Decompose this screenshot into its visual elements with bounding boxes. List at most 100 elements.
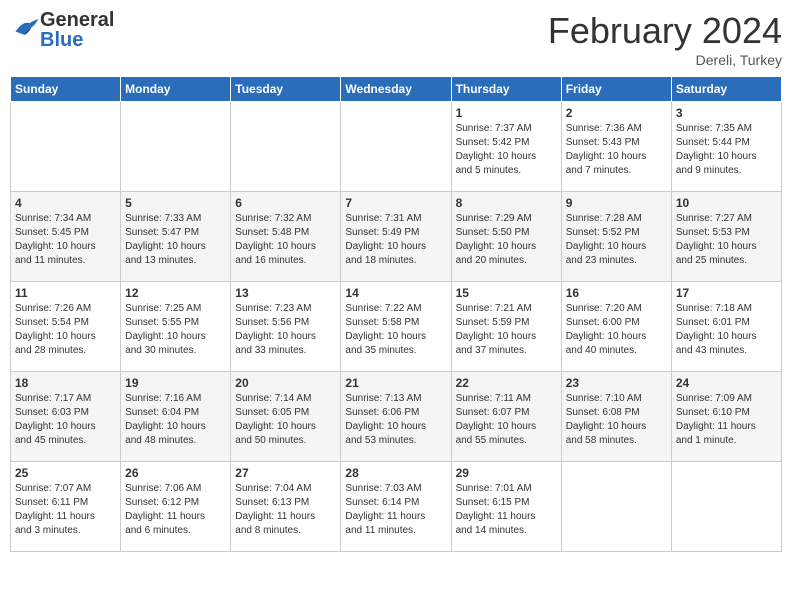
day-number: 9 [566, 196, 667, 210]
calendar-cell: 17Sunrise: 7:18 AM Sunset: 6:01 PM Dayli… [671, 282, 781, 372]
day-number: 24 [676, 376, 777, 390]
day-info: Sunrise: 7:09 AM Sunset: 6:10 PM Dayligh… [676, 392, 777, 448]
calendar-cell: 18 Sunrise: 7:17 AM Sunset: 6:03 PM Dayli… [11, 372, 121, 462]
day-number: 25 [15, 466, 116, 480]
calendar-cell [341, 102, 451, 192]
day-number: 19 [125, 376, 226, 390]
calendar-cell: 23 Sunrise: 7:10 AM Sunset: 6:08 PM Dayli… [561, 372, 671, 462]
calendar-cell: 19 Sunrise: 7:16 AM Sunset: 6:04 PM Dayli… [121, 372, 231, 462]
calendar-cell: 1 Sunrise: 7:37 AM Sunset: 5:42 PM Daylig… [451, 102, 561, 192]
calendar-cell: 16 Sunrise: 7:20 AM Sunset: 6:00 PM Dayli… [561, 282, 671, 372]
col-header-wednesday: Wednesday [341, 77, 451, 102]
calendar-cell: 25 Sunrise: 7:07 AM Sunset: 6:11 PM Dayli… [11, 462, 121, 552]
week-row-4: 18 Sunrise: 7:17 AM Sunset: 6:03 PM Dayli… [11, 372, 782, 462]
day-number: 15 [456, 286, 557, 300]
location: Dereli, Turkey [548, 52, 782, 68]
day-number: 10 [676, 196, 777, 210]
day-number: 17 [676, 286, 777, 300]
day-number: 26 [125, 466, 226, 480]
day-info: Sunrise: 7:21 AM Sunset: 5:59 PM Dayligh… [456, 302, 557, 358]
calendar-cell: 27 Sunrise: 7:04 AM Sunset: 6:13 PM Dayli… [231, 462, 341, 552]
calendar-cell: 20 Sunrise: 7:14 AM Sunset: 6:05 PM Dayli… [231, 372, 341, 462]
calendar-cell: 12 Sunrise: 7:25 AM Sunset: 5:55 PM Dayli… [121, 282, 231, 372]
col-header-friday: Friday [561, 77, 671, 102]
day-info: Sunrise: 7:07 AM Sunset: 6:11 PM Dayligh… [15, 482, 116, 538]
day-info: Sunrise: 7:01 AM Sunset: 6:15 PM Dayligh… [456, 482, 557, 538]
col-header-saturday: Saturday [671, 77, 781, 102]
calendar-cell: 7 Sunrise: 7:31 AM Sunset: 5:49 PM Daylig… [341, 192, 451, 282]
calendar-table: SundayMondayTuesdayWednesdayThursdayFrid… [10, 76, 782, 552]
header-row: SundayMondayTuesdayWednesdayThursdayFrid… [11, 77, 782, 102]
col-header-tuesday: Tuesday [231, 77, 341, 102]
day-info: Sunrise: 7:23 AM Sunset: 5:56 PM Dayligh… [235, 302, 336, 358]
day-number: 14 [345, 286, 446, 300]
day-number: 7 [345, 196, 446, 210]
day-number: 13 [235, 286, 336, 300]
day-number: 20 [235, 376, 336, 390]
day-info: Sunrise: 7:17 AM Sunset: 6:03 PM Dayligh… [15, 392, 116, 448]
day-info: Sunrise: 7:34 AM Sunset: 5:45 PM Dayligh… [15, 212, 116, 268]
day-number: 11 [15, 286, 116, 300]
calendar-cell: 2 Sunrise: 7:36 AM Sunset: 5:43 PM Daylig… [561, 102, 671, 192]
day-info: Sunrise: 7:35 AM Sunset: 5:44 PM Dayligh… [676, 122, 777, 178]
calendar-cell: 21 Sunrise: 7:13 AM Sunset: 6:06 PM Dayli… [341, 372, 451, 462]
day-number: 12 [125, 286, 226, 300]
logo-bird-icon [12, 16, 40, 40]
calendar-cell: 9 Sunrise: 7:28 AM Sunset: 5:52 PM Daylig… [561, 192, 671, 282]
calendar-cell [11, 102, 121, 192]
day-info: Sunrise: 7:04 AM Sunset: 6:13 PM Dayligh… [235, 482, 336, 538]
day-info: Sunrise: 7:36 AM Sunset: 5:43 PM Dayligh… [566, 122, 667, 178]
day-info: Sunrise: 7:28 AM Sunset: 5:52 PM Dayligh… [566, 212, 667, 268]
day-number: 2 [566, 106, 667, 120]
day-info: Sunrise: 7:20 AM Sunset: 6:00 PM Dayligh… [566, 302, 667, 358]
calendar-cell: 5 Sunrise: 7:33 AM Sunset: 5:47 PM Daylig… [121, 192, 231, 282]
calendar-cell: 15 Sunrise: 7:21 AM Sunset: 5:59 PM Dayli… [451, 282, 561, 372]
day-info: Sunrise: 7:03 AM Sunset: 6:14 PM Dayligh… [345, 482, 446, 538]
day-info: Sunrise: 7:33 AM Sunset: 5:47 PM Dayligh… [125, 212, 226, 268]
day-number: 21 [345, 376, 446, 390]
calendar-cell: 26 Sunrise: 7:06 AM Sunset: 6:12 PM Dayli… [121, 462, 231, 552]
calendar-cell [671, 462, 781, 552]
day-info: Sunrise: 7:32 AM Sunset: 5:48 PM Dayligh… [235, 212, 336, 268]
day-info: Sunrise: 7:27 AM Sunset: 5:53 PM Dayligh… [676, 212, 777, 268]
day-number: 6 [235, 196, 336, 210]
day-info: Sunrise: 7:26 AM Sunset: 5:54 PM Dayligh… [15, 302, 116, 358]
calendar-cell: 24 Sunrise: 7:09 AM Sunset: 6:10 PM Dayli… [671, 372, 781, 462]
day-number: 18 [15, 376, 116, 390]
col-header-thursday: Thursday [451, 77, 561, 102]
logo-line1: General [40, 10, 114, 30]
day-number: 3 [676, 106, 777, 120]
day-info: Sunrise: 7:06 AM Sunset: 6:12 PM Dayligh… [125, 482, 226, 538]
col-header-sunday: Sunday [11, 77, 121, 102]
day-info: Sunrise: 7:13 AM Sunset: 6:06 PM Dayligh… [345, 392, 446, 448]
title-block: February 2024 Dereli, Turkey [548, 10, 782, 68]
day-number: 8 [456, 196, 557, 210]
day-number: 27 [235, 466, 336, 480]
col-header-monday: Monday [121, 77, 231, 102]
calendar-cell [561, 462, 671, 552]
day-number: 28 [345, 466, 446, 480]
day-info: Sunrise: 7:16 AM Sunset: 6:04 PM Dayligh… [125, 392, 226, 448]
day-info: Sunrise: 7:29 AM Sunset: 5:50 PM Dayligh… [456, 212, 557, 268]
day-info: Sunrise: 7:10 AM Sunset: 6:08 PM Dayligh… [566, 392, 667, 448]
calendar-cell [121, 102, 231, 192]
logo-line2: Blue [40, 30, 114, 50]
logo: General Blue [10, 10, 114, 50]
day-info: Sunrise: 7:25 AM Sunset: 5:55 PM Dayligh… [125, 302, 226, 358]
day-number: 23 [566, 376, 667, 390]
week-row-2: 4Sunrise: 7:34 AM Sunset: 5:45 PM Daylig… [11, 192, 782, 282]
calendar-cell: 11 Sunrise: 7:26 AM Sunset: 5:54 PM Dayli… [11, 282, 121, 372]
day-info: Sunrise: 7:14 AM Sunset: 6:05 PM Dayligh… [235, 392, 336, 448]
calendar-cell: 8 Sunrise: 7:29 AM Sunset: 5:50 PM Daylig… [451, 192, 561, 282]
day-number: 22 [456, 376, 557, 390]
day-number: 16 [566, 286, 667, 300]
day-number: 1 [456, 106, 557, 120]
calendar-cell: 29 Sunrise: 7:01 AM Sunset: 6:15 PM Dayli… [451, 462, 561, 552]
calendar-cell: 22Sunrise: 7:11 AM Sunset: 6:07 PM Dayli… [451, 372, 561, 462]
day-number: 29 [456, 466, 557, 480]
day-info: Sunrise: 7:37 AM Sunset: 5:42 PM Dayligh… [456, 122, 557, 178]
calendar-cell: 14Sunrise: 7:22 AM Sunset: 5:58 PM Dayli… [341, 282, 451, 372]
day-number: 5 [125, 196, 226, 210]
day-info: Sunrise: 7:31 AM Sunset: 5:49 PM Dayligh… [345, 212, 446, 268]
week-row-5: 25 Sunrise: 7:07 AM Sunset: 6:11 PM Dayli… [11, 462, 782, 552]
